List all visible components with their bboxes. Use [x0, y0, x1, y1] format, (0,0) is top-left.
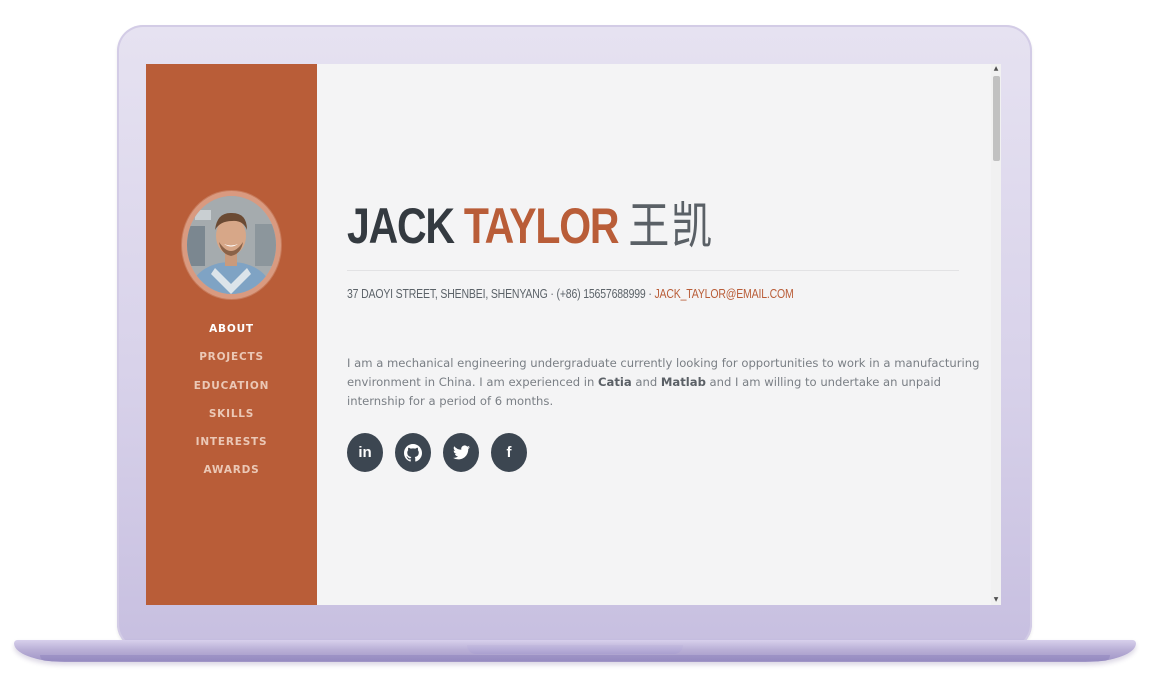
separator: · [648, 287, 652, 301]
phone: (+86) 15657688999 [556, 287, 646, 301]
nav-item-skills[interactable]: SKILLS [146, 407, 317, 435]
laptop-mockup: ABOUT PROJECTS EDUCATION SKILLS INTEREST… [0, 0, 1154, 699]
scroll-thumb[interactable] [993, 76, 1000, 161]
laptop-base-shadow [40, 655, 1110, 661]
sidebar: ABOUT PROJECTS EDUCATION SKILLS INTEREST… [146, 64, 317, 605]
laptop-screen: ABOUT PROJECTS EDUCATION SKILLS INTEREST… [146, 64, 1001, 605]
skill-highlight: Matlab [660, 374, 706, 389]
skill-highlight: Catia [598, 374, 632, 389]
github-button[interactable] [395, 433, 431, 472]
divider [347, 270, 959, 271]
bio-part: and [631, 374, 661, 389]
chinese-name: 王凯 [628, 197, 714, 255]
separator: · [550, 287, 554, 301]
nav-item-about[interactable]: ABOUT [146, 322, 317, 350]
last-name: TAYLOR [463, 198, 620, 254]
about-section: JACK TAYLOR 王凯 37 DAOYI STREET, SHENBEI,… [317, 64, 991, 605]
nav-item-interests[interactable]: INTERESTS [146, 435, 317, 463]
facebook-icon: f [506, 444, 512, 461]
linkedin-button[interactable]: in [347, 433, 383, 472]
social-icons: in f [347, 433, 527, 472]
bio-text: I am a mechanical engineering undergradu… [347, 354, 987, 411]
scroll-down-arrow-icon[interactable]: ▼ [991, 595, 1001, 605]
first-name: JACK [347, 198, 455, 254]
twitter-icon [452, 445, 470, 460]
nav-item-awards[interactable]: AWARDS [146, 463, 317, 491]
contact-line: 37 DAOYI STREET, SHENBEI, SHENYANG · (+8… [347, 287, 794, 301]
github-icon [404, 443, 422, 462]
profile-photo [187, 196, 276, 294]
nav-item-projects[interactable]: PROJECTS [146, 350, 317, 378]
linkedin-icon: in [358, 444, 372, 461]
laptop-notch [467, 645, 683, 654]
scroll-up-arrow-icon[interactable]: ▲ [991, 64, 1001, 74]
page-title: JACK TAYLOR 王凯 [347, 194, 714, 258]
facebook-button[interactable]: f [491, 433, 527, 472]
sidebar-nav: ABOUT PROJECTS EDUCATION SKILLS INTEREST… [146, 322, 317, 492]
email-link[interactable]: JACK_TAYLOR@EMAIL.COM [654, 287, 793, 301]
nav-item-education[interactable]: EDUCATION [146, 379, 317, 407]
scrollbar[interactable]: ▲ ▼ [991, 64, 1001, 605]
address: 37 DAOYI STREET, SHENBEI, SHENYANG [347, 287, 548, 301]
avatar [182, 191, 281, 299]
twitter-button[interactable] [443, 433, 479, 472]
